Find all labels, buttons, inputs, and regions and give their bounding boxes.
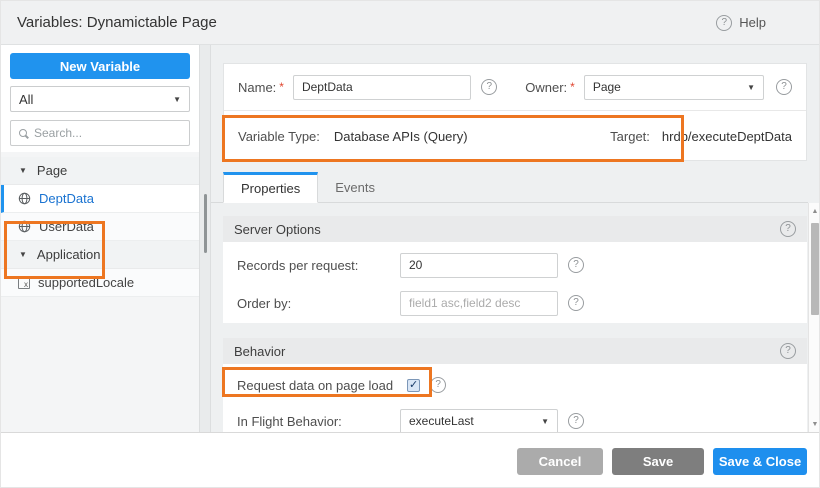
owner-select[interactable]: Page ▼ bbox=[584, 75, 764, 100]
order-by-label: Order by: bbox=[237, 296, 400, 311]
records-help-icon[interactable]: ? bbox=[568, 257, 584, 273]
scrollbar-down-icon[interactable]: ▼ bbox=[809, 418, 820, 430]
variable-type-value: Database APIs (Query) bbox=[334, 129, 562, 144]
tree-item-userdata[interactable]: UserData bbox=[1, 213, 199, 241]
required-asterisk: * bbox=[279, 80, 284, 94]
tree-group-label: Application bbox=[37, 247, 101, 262]
records-per-request-row: Records per request: ? bbox=[237, 248, 793, 282]
owner-label: Owner: bbox=[525, 80, 567, 95]
scrollbar-up-icon[interactable]: ▲ bbox=[809, 205, 820, 217]
model-variable-icon: x bbox=[18, 277, 30, 289]
tree-item-label: UserData bbox=[39, 219, 94, 234]
owner-select-value: Page bbox=[593, 80, 621, 94]
behavior-title: Behavior bbox=[234, 344, 285, 359]
save-button[interactable]: Save bbox=[612, 448, 704, 475]
tree-item-deptdata[interactable]: DeptData bbox=[1, 185, 199, 213]
help-button[interactable]: ? Help bbox=[716, 15, 766, 31]
tree-item-label: supportedLocale bbox=[38, 275, 134, 290]
main-content: Name:* ? Owner:* Page ▼ ? Variable Type:… bbox=[211, 45, 820, 432]
tree-group-label: Page bbox=[37, 163, 67, 178]
tab-properties[interactable]: Properties bbox=[223, 172, 318, 203]
request-data-help-icon[interactable]: ? bbox=[430, 377, 446, 393]
search-input[interactable] bbox=[34, 126, 174, 140]
target-label: Target: bbox=[610, 129, 650, 144]
in-flight-select-value: executeLast bbox=[409, 414, 474, 428]
help-label: Help bbox=[739, 15, 766, 30]
in-flight-help-icon[interactable]: ? bbox=[568, 413, 584, 429]
dialog-header: Variables: Dynamictable Page ? Help bbox=[1, 1, 820, 45]
server-options-title: Server Options bbox=[234, 222, 321, 237]
chevron-down-icon: ▼ bbox=[173, 95, 181, 104]
tab-events[interactable]: Events bbox=[318, 172, 392, 202]
variables-tree: ▼ Page DeptData UserData bbox=[1, 157, 199, 297]
owner-help-icon[interactable]: ? bbox=[776, 79, 792, 95]
tree-item-supportedlocale[interactable]: x supportedLocale bbox=[1, 269, 199, 297]
behavior-help-icon[interactable]: ? bbox=[780, 343, 796, 359]
server-options-body: Records per request: ? Order by: ? bbox=[223, 242, 807, 323]
type-target-row: Variable Type: Database APIs (Query) Tar… bbox=[224, 111, 806, 161]
tree-item-label: DeptData bbox=[39, 191, 94, 206]
sidebar-divider bbox=[199, 45, 211, 432]
collapse-triangle-icon: ▼ bbox=[19, 250, 27, 259]
chevron-down-icon: ▼ bbox=[541, 417, 549, 426]
main-scrollbar[interactable]: ▲ ▼ bbox=[808, 203, 820, 432]
name-input[interactable] bbox=[293, 75, 471, 100]
filter-select[interactable]: All ▼ bbox=[10, 86, 190, 112]
dialog-footer: Cancel Save Save & Close bbox=[1, 432, 820, 488]
in-flight-select[interactable]: executeLast ▼ bbox=[400, 409, 558, 434]
service-variable-icon bbox=[18, 220, 31, 233]
collapse-triangle-icon: ▼ bbox=[19, 166, 27, 175]
order-by-input[interactable] bbox=[400, 291, 558, 316]
records-label: Records per request: bbox=[237, 258, 400, 273]
name-help-icon[interactable]: ? bbox=[481, 79, 497, 95]
target-value: hrdb/executeDeptData bbox=[662, 129, 792, 144]
new-variable-button[interactable]: New Variable bbox=[10, 53, 190, 79]
search-box bbox=[10, 120, 190, 146]
variable-summary-panel: Name:* ? Owner:* Page ▼ ? Variable Type:… bbox=[223, 63, 807, 161]
required-asterisk: * bbox=[570, 80, 575, 94]
check-icon: ✓ bbox=[409, 380, 418, 391]
request-data-label: Request data on page load bbox=[237, 378, 393, 393]
cancel-button[interactable]: Cancel bbox=[517, 448, 603, 475]
properties-sections: Server Options ? Records per request: ? … bbox=[223, 216, 807, 432]
server-options-help-icon[interactable]: ? bbox=[780, 221, 796, 237]
variables-sidebar: New Variable All ▼ ▼ Page DeptDa bbox=[1, 45, 199, 432]
order-by-row: Order by: ? bbox=[237, 286, 793, 320]
sidebar-scrollbar-thumb[interactable] bbox=[204, 194, 207, 253]
behavior-body: Request data on page load ✓ ? In Flight … bbox=[223, 364, 807, 432]
tree-group-page[interactable]: ▼ Page bbox=[1, 157, 199, 185]
help-question-icon: ? bbox=[716, 15, 732, 31]
in-flight-label: In Flight Behavior: bbox=[237, 414, 400, 429]
service-variable-icon bbox=[18, 192, 31, 205]
tree-group-application[interactable]: ▼ Application bbox=[1, 241, 199, 269]
name-owner-row: Name:* ? Owner:* Page ▼ ? bbox=[224, 64, 806, 110]
request-data-row: Request data on page load ✓ ? bbox=[237, 371, 793, 399]
section-gap bbox=[223, 323, 807, 338]
behavior-header: Behavior ? bbox=[223, 338, 807, 364]
server-options-header: Server Options ? bbox=[223, 216, 807, 242]
main-scrollbar-thumb[interactable] bbox=[811, 223, 819, 315]
tab-bar: Properties Events bbox=[211, 173, 808, 203]
name-label: Name: bbox=[238, 80, 276, 95]
order-by-help-icon[interactable]: ? bbox=[568, 295, 584, 311]
chevron-down-icon: ▼ bbox=[747, 83, 755, 92]
search-icon bbox=[19, 129, 28, 138]
page-title: Variables: Dynamictable Page bbox=[17, 14, 217, 31]
variables-dialog: Variables: Dynamictable Page ? Help New … bbox=[0, 0, 820, 488]
filter-select-value: All bbox=[19, 92, 33, 107]
save-close-button[interactable]: Save & Close bbox=[713, 448, 807, 475]
records-input[interactable] bbox=[400, 253, 558, 278]
sidebar-controls: New Variable All ▼ bbox=[1, 45, 199, 152]
variable-type-label: Variable Type: bbox=[238, 129, 320, 144]
request-data-checkbox[interactable]: ✓ bbox=[407, 379, 420, 392]
